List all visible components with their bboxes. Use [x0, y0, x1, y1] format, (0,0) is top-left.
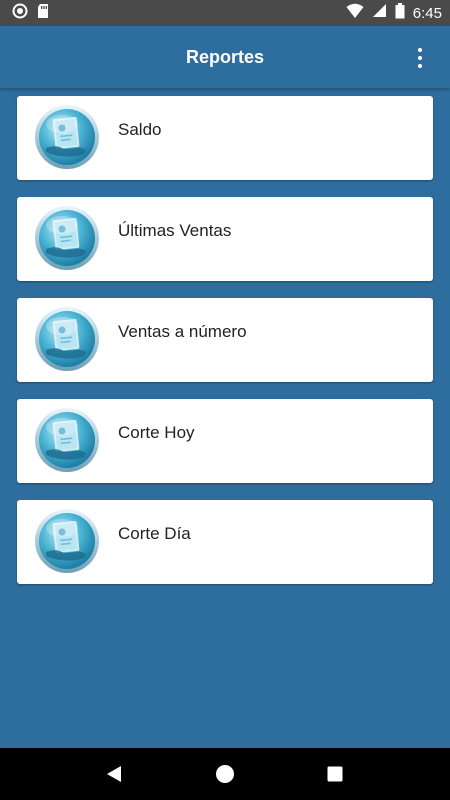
report-icon: [34, 407, 100, 473]
report-list: Saldo Últimas Ventas Ventas a número Cor…: [17, 96, 433, 584]
recents-icon[interactable]: [315, 754, 355, 794]
menu-dot: [418, 56, 422, 60]
wifi-icon: [346, 3, 364, 24]
record-icon: [12, 3, 28, 24]
app-bar: Reportes: [0, 26, 450, 88]
report-item-saldo[interactable]: Saldo: [17, 96, 433, 180]
navigation-bar: [0, 748, 450, 800]
report-item-corte-dia[interactable]: Corte Día: [17, 500, 433, 584]
report-icon: [34, 508, 100, 574]
status-bar: 6:45: [0, 0, 450, 26]
report-item-ventas-a-numero[interactable]: Ventas a número: [17, 298, 433, 382]
status-time: 6:45: [412, 4, 442, 22]
report-item-ultimas-ventas[interactable]: Últimas Ventas: [17, 197, 433, 281]
menu-dot: [418, 48, 422, 52]
sd-card-icon: [36, 3, 50, 24]
report-label: Ventas a número: [118, 322, 247, 341]
home-icon[interactable]: [205, 754, 245, 794]
report-icon: [34, 306, 100, 372]
back-icon[interactable]: [95, 754, 135, 794]
report-label: Corte Hoy: [118, 423, 195, 442]
report-label: Saldo: [118, 120, 162, 139]
report-label: Corte Día: [118, 524, 191, 543]
battery-icon: [395, 2, 405, 24]
page-title: Reportes: [185, 46, 265, 67]
menu-dot: [418, 64, 422, 68]
status-right: 6:45: [346, 2, 442, 24]
report-icon: [34, 104, 100, 170]
status-left: [12, 3, 50, 24]
report-icon: [34, 205, 100, 271]
signal-icon: [372, 3, 387, 23]
report-label: Últimas Ventas: [118, 221, 232, 240]
more-vert-icon[interactable]: [408, 46, 432, 70]
report-item-corte-hoy[interactable]: Corte Hoy: [17, 399, 433, 483]
